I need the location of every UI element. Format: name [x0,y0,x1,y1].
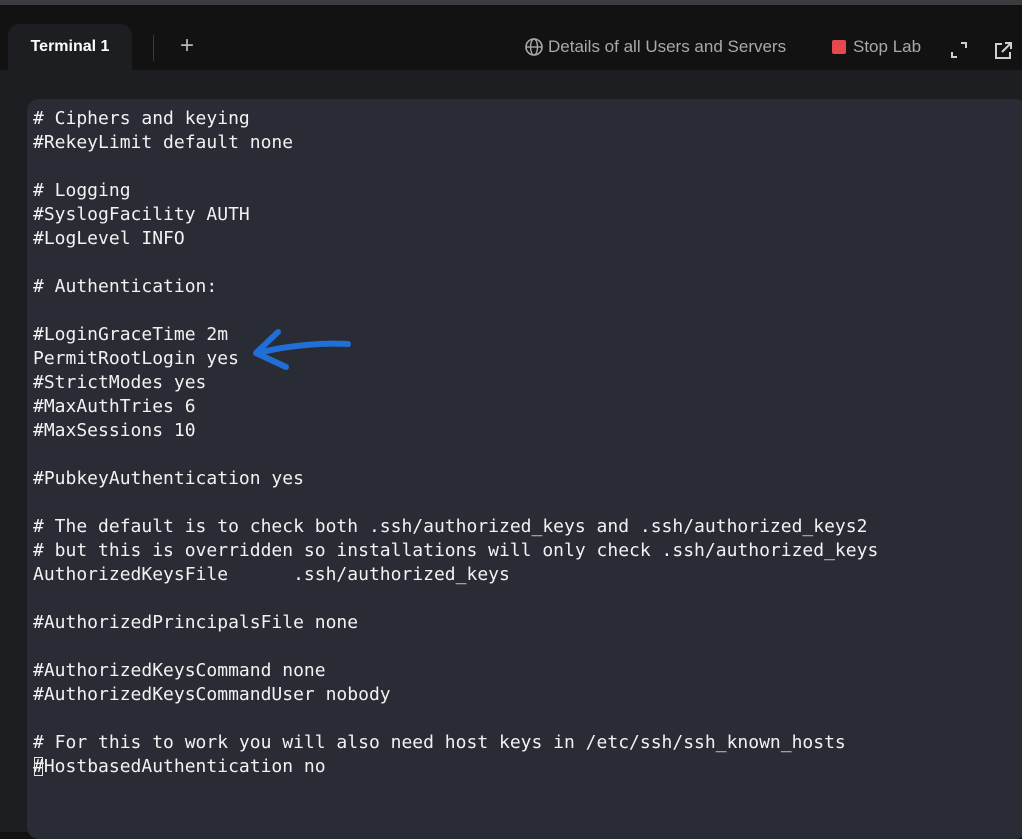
stop-lab-button[interactable]: Stop Lab [832,36,921,58]
details-users-servers-button[interactable]: Details of all Users and Servers [524,36,786,58]
tab-divider [153,35,154,61]
text-cursor: # [33,756,44,777]
terminal-line: # but this is overridden so installation… [33,540,879,561]
terminal-line: #LoginGraceTime 2m [33,324,229,345]
terminal-line: # Authentication: [33,276,218,297]
terminal-line: #StrictModes yes [33,372,207,393]
terminal-line: #SyslogFacility AUTH [33,204,250,225]
terminal-line: #LogLevel INFO [33,228,185,249]
globe-icon [525,38,543,56]
terminal-line: #AuthorizedKeysCommand none [33,660,326,681]
cursor-line-text: HostbasedAuthentication no [43,756,326,777]
terminal-line: # The default is to check both .ssh/auth… [33,516,868,537]
terminal-cursor-line: #HostbasedAuthentication no [33,755,878,779]
terminal-line: # For this to work you will also need ho… [33,732,846,753]
tab-bar: Terminal 1 + Details of all Users and Se… [0,5,1022,70]
stop-icon [832,40,846,54]
terminal-line: #MaxSessions 10 [33,420,196,441]
terminal-line: # Logging [33,180,131,201]
terminal-line: #RekeyLimit default none [33,132,294,153]
terminal-line: AuthorizedKeysFile .ssh/authorized_keys [33,564,510,585]
add-tab-button[interactable]: + [174,33,200,59]
terminal-line: #PubkeyAuthentication yes [33,468,304,489]
terminal-line: #MaxAuthTries 6 [33,396,196,417]
terminal-line: #AuthorizedPrincipalsFile none [33,612,359,633]
annotation-arrow-icon [253,329,351,370]
terminal-output[interactable]: # Ciphers and keying #RekeyLimit default… [33,107,878,779]
terminal-line: #AuthorizedKeysCommandUser nobody [33,684,391,705]
terminal-line-permit-root-login: PermitRootLogin yes [33,348,239,369]
expand-icon[interactable] [950,41,968,59]
details-users-servers-label: Details of all Users and Servers [548,37,787,56]
terminal-line: # Ciphers and keying [33,108,250,129]
stop-lab-label: Stop Lab [853,37,922,56]
tab-terminal-1[interactable]: Terminal 1 [8,24,132,70]
external-link-icon[interactable] [993,41,1013,61]
